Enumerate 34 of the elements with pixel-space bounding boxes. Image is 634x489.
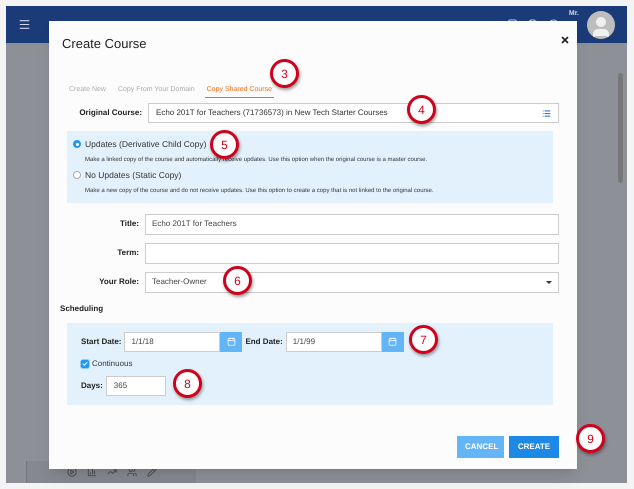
calendar-icon [388, 337, 398, 346]
play-icon[interactable] [66, 467, 76, 477]
radio-button[interactable] [73, 140, 81, 148]
date-field[interactable]: 1/1/18 [124, 332, 220, 352]
create-button[interactable]: CREATE [509, 436, 559, 458]
date-label: End Date: [245, 336, 283, 348]
checkbox-label[interactable]: Continuous [92, 358, 132, 370]
field-label: Your Role: [98, 276, 140, 288]
radio-button[interactable] [73, 171, 81, 180]
days-label: Days: [81, 380, 103, 392]
pencil-icon[interactable] [146, 467, 156, 477]
section-heading: Scheduling [60, 302, 104, 314]
days-field[interactable]: 365 [106, 376, 166, 396]
date-label: Start Date: [81, 336, 122, 348]
field-label: Title: [119, 218, 140, 230]
avatar[interactable] [587, 10, 615, 38]
calendar-icon [226, 337, 236, 346]
menu-icon[interactable] [18, 18, 31, 31]
bar-chart-icon[interactable] [86, 467, 96, 477]
dialog-title: Create Course [62, 35, 147, 54]
field-label: Original Course: [78, 107, 143, 119]
date-field[interactable]: 1/1/99 [286, 332, 382, 352]
list-icon[interactable] [542, 108, 551, 118]
option-label[interactable]: Updates (Derivative Child Copy) [85, 138, 206, 151]
close-icon[interactable] [560, 35, 570, 45]
caret-icon [546, 280, 552, 284]
field-label: Term: [116, 247, 140, 259]
scrollbar[interactable] [618, 73, 623, 183]
people-icon[interactable] [126, 467, 136, 477]
checkbox[interactable] [81, 360, 89, 368]
text-field[interactable] [145, 242, 559, 264]
text-field[interactable]: Echo 201T for Teachers [145, 214, 559, 234]
option-label[interactable]: No Updates (Static Copy) [85, 168, 182, 182]
trend-icon[interactable] [106, 467, 116, 477]
